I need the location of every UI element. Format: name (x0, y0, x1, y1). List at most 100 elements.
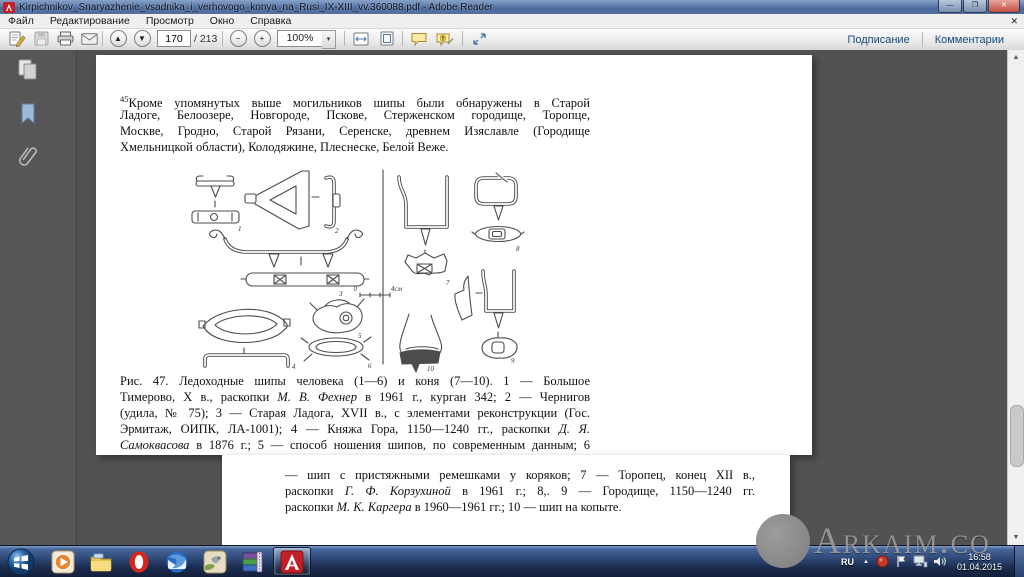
spike-9-drawing (455, 271, 517, 358)
taskbar-icons (0, 546, 312, 577)
network-icon[interactable] (913, 554, 928, 569)
figure-label-8: 8 (516, 245, 520, 253)
save-floppy-icon (34, 31, 49, 46)
figure-caption-continued: — шип с пристяжными ремешками у коряков;… (285, 467, 755, 515)
fit-page-icon (380, 31, 394, 46)
clock[interactable]: 16:58 01.04.2015 (949, 552, 1010, 572)
page-number-input[interactable] (157, 30, 191, 47)
navigation-pane (0, 50, 77, 545)
create-pdf-button[interactable] (6, 29, 28, 48)
menu-edit[interactable]: Редактирование (42, 14, 138, 28)
explorer-folder-icon[interactable] (83, 548, 119, 575)
menu-window[interactable]: Окно (202, 14, 242, 28)
menu-file[interactable]: Файл (0, 14, 42, 28)
page-thumbnails-icon[interactable] (16, 58, 40, 82)
volume-icon[interactable] (932, 554, 947, 569)
document-area: 45Кроме упомянутых выше могильников шипы… (0, 50, 1024, 545)
adobe-reader-icon (280, 550, 304, 574)
tray-time: 16:58 (957, 552, 1002, 562)
printer-icon (57, 31, 74, 46)
fit-width-button[interactable] (350, 29, 372, 48)
toolbar-right-group: Подписание Комментарии (835, 29, 1016, 50)
menu-view[interactable]: Просмотр (138, 14, 202, 28)
action-center-flag-icon[interactable] (894, 554, 909, 569)
figure-label-9: 9 (511, 357, 515, 365)
chevron-down-icon: ▾ (327, 36, 331, 43)
bookmarks-icon[interactable] (16, 102, 40, 126)
winrar-icon[interactable] (235, 548, 271, 575)
window-controls: — ❐ ✕ (937, 0, 1020, 13)
figure-47-illustration: 1 2 3 4 5 6 7 8 9 10 0 4см (184, 167, 576, 373)
figure-label-4: 4 (292, 363, 296, 371)
text-note-icon (436, 32, 454, 46)
scroll-up-icon[interactable]: ▲ (1008, 50, 1024, 65)
minus-icon: − (230, 30, 247, 47)
pdf-page-next: — шип с пристяжными ремешками у коряков;… (222, 455, 790, 545)
toolbar-separator (102, 31, 103, 46)
fullscreen-button[interactable] (468, 29, 490, 48)
page-total-label: / 213 (194, 33, 217, 45)
plus-icon: + (254, 30, 271, 47)
tray-expand-icon[interactable]: ▲ (859, 559, 873, 565)
windows-orb-icon (7, 548, 35, 576)
highlight-note-button[interactable] (434, 29, 456, 48)
figure-label-10: 10 (427, 365, 435, 373)
menu-help[interactable]: Справка (242, 14, 299, 28)
figure-label-3: 3 (338, 290, 343, 298)
media-player-icon[interactable] (45, 548, 81, 575)
document-pen-icon (9, 31, 26, 47)
envelope-icon (81, 33, 98, 45)
vertical-scrollbar[interactable]: ▲ ▼ (1007, 50, 1024, 545)
comments-button[interactable]: Комментарии (923, 34, 1016, 46)
toolbar-separator (344, 31, 345, 46)
expand-arrows-icon (472, 32, 487, 46)
start-button[interactable] (4, 547, 38, 576)
toolbar-separator (402, 31, 403, 46)
spike-1-drawing (192, 176, 239, 223)
print-button[interactable] (54, 29, 76, 48)
show-desktop-button[interactable] (1014, 546, 1024, 577)
language-indicator[interactable]: RU (836, 557, 859, 567)
toolbar: ▲ ▼ / 213 − + 100% ▾ (0, 29, 1024, 51)
previous-page-button[interactable]: ▲ (107, 29, 129, 48)
attachments-paperclip-icon[interactable] (16, 144, 40, 168)
arrow-up-icon: ▲ (110, 30, 127, 47)
sign-button[interactable]: Подписание (835, 34, 921, 46)
speech-bubble-icon (411, 32, 427, 46)
adobe-reader-icon (3, 2, 15, 13)
scrollbar-thumb[interactable] (1010, 405, 1024, 467)
figure-label-1: 1 (238, 225, 242, 233)
scale-4cm-label: 4см (391, 285, 403, 293)
close-button[interactable]: ✕ (988, 0, 1020, 13)
unknown-app-icon[interactable] (197, 548, 233, 575)
spike-7-drawing (399, 177, 447, 275)
body-paragraph: 45Кроме упомянутых выше могильников шипы… (120, 91, 590, 155)
thunderbird-mail-icon[interactable] (159, 548, 195, 575)
comment-bubble-button[interactable] (408, 29, 430, 48)
figure-label-6: 6 (368, 362, 372, 370)
zoom-dropdown-button[interactable]: ▾ (322, 30, 336, 49)
system-tray: RU ▲ 16:58 01.04.2015 (836, 546, 1024, 577)
zoom-in-button[interactable]: + (251, 29, 273, 48)
scroll-down-icon[interactable]: ▼ (1008, 530, 1024, 545)
opera-browser-icon[interactable] (121, 548, 157, 575)
email-button[interactable] (78, 29, 100, 48)
fit-page-button[interactable] (376, 29, 398, 48)
antivirus-tray-icon[interactable] (875, 554, 890, 569)
save-button[interactable] (30, 29, 52, 48)
spike-3-drawing (210, 230, 370, 286)
desktop: { "window": { "title": "Kirpichnikov_Sna… (0, 0, 1024, 576)
menu-bar: Файл Редактирование Просмотр Окно Справк… (0, 14, 1024, 29)
close-document-icon[interactable]: ✕ (1010, 14, 1018, 28)
pdf-page: 45Кроме упомянутых выше могильников шипы… (96, 55, 812, 455)
maximize-button[interactable]: ❐ (963, 0, 987, 13)
spike-wearing-drawing-5-6 (301, 299, 371, 361)
adobe-reader-taskbar-button[interactable] (273, 547, 311, 576)
toolbar-separator (462, 31, 463, 46)
zoom-level-value[interactable]: 100% (277, 30, 323, 47)
minimize-button[interactable]: — (938, 0, 962, 13)
figure-label-5: 5 (358, 332, 362, 340)
zoom-out-button[interactable]: − (227, 29, 249, 48)
next-page-button[interactable]: ▼ (131, 29, 153, 48)
tray-date: 01.04.2015 (957, 562, 1002, 572)
